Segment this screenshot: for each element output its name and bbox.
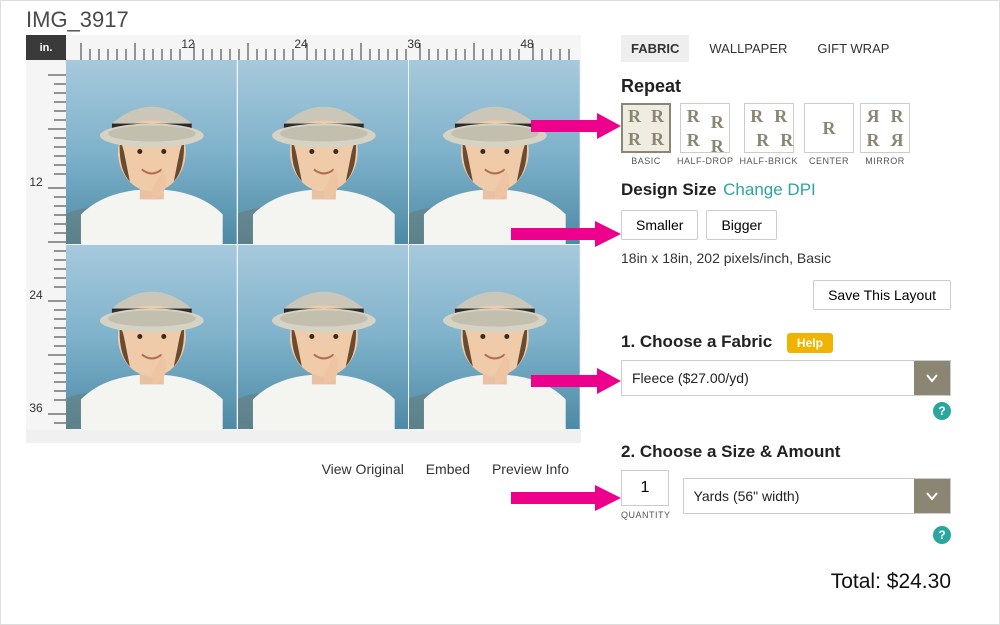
- pattern-tile: [66, 245, 238, 430]
- help-badge[interactable]: Help: [787, 333, 833, 353]
- svg-text:24: 24: [29, 288, 43, 302]
- quantity-label: QUANTITY: [621, 510, 671, 520]
- svg-text:24: 24: [294, 37, 308, 51]
- svg-text:12: 12: [29, 175, 43, 189]
- size-select[interactable]: Yards (56" width): [683, 478, 951, 514]
- quantity-input[interactable]: [621, 470, 669, 506]
- repeat-opt-mirror[interactable]: RRRR MIRROR: [860, 103, 910, 166]
- repeat-opt-half-brick[interactable]: RRRR HALF-BRICK: [740, 103, 799, 166]
- ruler-unit-badge: in.: [26, 35, 66, 60]
- total-price: Total: $24.30: [621, 570, 951, 594]
- design-size-label: Design Size: [621, 180, 716, 199]
- size-select-value: Yards (56" width): [684, 488, 810, 504]
- preview-info-link[interactable]: Preview Info: [492, 461, 569, 477]
- bigger-button[interactable]: Bigger: [706, 210, 776, 240]
- step1-label: 1. Choose a Fabric Help: [621, 332, 951, 352]
- pattern-tile: [409, 245, 581, 430]
- fabric-select-value: Fleece ($27.00/yd): [622, 370, 759, 386]
- tab-wallpaper[interactable]: WALLPAPER: [699, 35, 797, 62]
- pattern-grid: [66, 60, 581, 430]
- ruler-horizontal: 12 24 36 48: [66, 35, 581, 60]
- repeat-label: Repeat: [621, 76, 951, 97]
- pattern-tile: [238, 245, 410, 430]
- fabric-select[interactable]: Fleece ($27.00/yd): [621, 360, 951, 396]
- svg-text:36: 36: [29, 401, 43, 415]
- product-tabs: FABRIC WALLPAPER GIFT WRAP: [621, 35, 951, 62]
- smaller-button[interactable]: Smaller: [621, 210, 698, 240]
- repeat-opt-basic[interactable]: RRRR BASIC: [621, 103, 671, 166]
- help-icon[interactable]: ?: [933, 526, 951, 544]
- design-size-row: Design Size Change DPI: [621, 180, 951, 200]
- chevron-down-icon: [914, 361, 950, 395]
- page-title: IMG_3917: [1, 1, 999, 37]
- pattern-tile: [66, 60, 238, 245]
- repeat-options: RRRR BASIC RRRR HALF-DROP RRRR HALF-BRIC…: [621, 103, 951, 166]
- svg-text:48: 48: [520, 37, 534, 51]
- help-icon[interactable]: ?: [933, 402, 951, 420]
- chevron-down-icon: [914, 479, 950, 513]
- annotation-arrow-icon: [511, 483, 621, 513]
- tab-giftwrap[interactable]: GIFT WRAP: [807, 35, 899, 62]
- preview-links: View Original Embed Preview Info: [26, 453, 581, 483]
- repeat-opt-half-drop[interactable]: RRRR HALF-DROP: [677, 103, 734, 166]
- tab-fabric[interactable]: FABRIC: [621, 35, 689, 62]
- view-original-link[interactable]: View Original: [322, 461, 404, 477]
- design-size-info: 18in x 18in, 202 pixels/inch, Basic: [621, 250, 951, 266]
- pattern-tile: [409, 60, 581, 245]
- ruler-vertical: 12 24 36: [26, 60, 66, 430]
- repeat-opt-center[interactable]: R CENTER: [804, 103, 854, 166]
- preview-area: in.: [26, 35, 581, 443]
- embed-link[interactable]: Embed: [426, 461, 470, 477]
- svg-text:12: 12: [181, 37, 195, 51]
- save-layout-button[interactable]: Save This Layout: [813, 280, 951, 310]
- change-dpi-link[interactable]: Change DPI: [723, 180, 816, 199]
- step2-label: 2. Choose a Size & Amount: [621, 442, 951, 462]
- pattern-tile: [238, 60, 410, 245]
- svg-text:36: 36: [407, 37, 421, 51]
